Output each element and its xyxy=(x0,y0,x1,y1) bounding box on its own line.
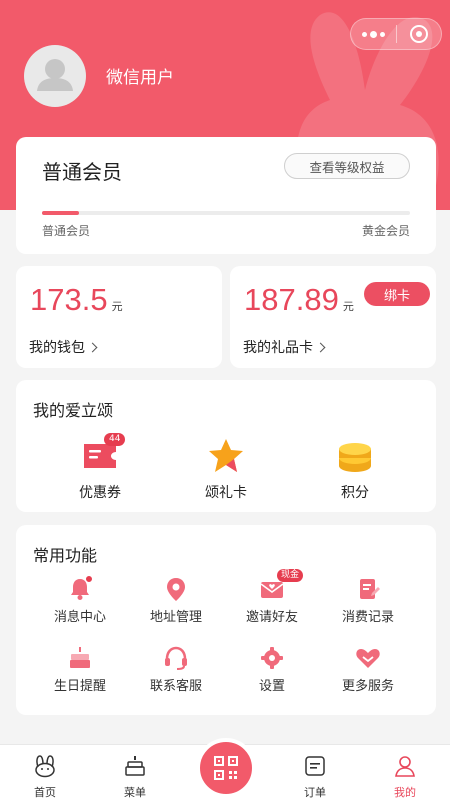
more-dots-icon xyxy=(361,30,385,38)
my-wallet-label: 我的钱包 xyxy=(29,340,85,356)
receipt-icon xyxy=(360,579,380,599)
gift-card-amount-value: 187.89 xyxy=(244,282,339,317)
tab-orders[interactable]: 订单 xyxy=(270,745,360,800)
mini-program-capsule xyxy=(350,18,442,50)
unread-dot-badge xyxy=(85,575,93,583)
tab-mine[interactable]: 我的 xyxy=(360,745,450,800)
more-options-button[interactable] xyxy=(351,19,396,49)
cake-icon xyxy=(70,647,90,668)
settings-label: 设置 xyxy=(258,679,285,694)
heart-icon xyxy=(356,649,380,668)
wallet-amount-unit: 元 xyxy=(111,300,123,313)
tab-menu[interactable]: 菜单 xyxy=(90,745,180,800)
cash-reward-badge: 现金 xyxy=(277,569,304,582)
message-center-label: 消息中心 xyxy=(53,610,106,625)
chevron-right-icon xyxy=(87,342,98,352)
close-program-button[interactable] xyxy=(397,19,442,49)
common-functions-section: 常用功能 消息中心 地址管理 现金 邀请好友 消费记录 生日提醒 联系客服 设置… xyxy=(16,525,436,715)
birthday-reminder-item[interactable]: 生日提醒 xyxy=(30,644,130,694)
my-benefits-title: 我的爱立颂 xyxy=(33,401,114,420)
wallet-amount: 173.5 元 xyxy=(30,282,123,318)
bind-card-button[interactable]: 绑卡 xyxy=(364,282,430,306)
my-benefits-section: 我的爱立颂 44 优惠券 颂礼卡 积分 xyxy=(16,380,436,512)
points-label: 积分 xyxy=(341,485,369,501)
customer-service-label: 联系客服 xyxy=(149,679,202,694)
message-center-item[interactable]: 消息中心 xyxy=(30,575,130,625)
qr-code-icon xyxy=(214,756,238,780)
gift-card-amount: 187.89 元 xyxy=(244,282,354,318)
membership-progress-fill xyxy=(42,211,79,215)
tab-home-label: 首页 xyxy=(34,786,56,799)
points-item[interactable]: 积分 xyxy=(305,436,405,502)
my-gift-card-label: 我的礼品卡 xyxy=(243,340,313,356)
coupons-label: 优惠券 xyxy=(79,485,121,501)
consumption-records-label: 消费记录 xyxy=(341,610,394,625)
wallet-card[interactable]: 173.5 元 我的钱包 xyxy=(16,266,222,368)
tab-menu-label: 菜单 xyxy=(124,786,146,799)
more-services-label: 更多服务 xyxy=(341,679,394,694)
gear-icon xyxy=(261,647,283,669)
customer-service-item[interactable]: 联系客服 xyxy=(126,644,226,694)
tab-orders-label: 订单 xyxy=(304,786,326,799)
gift-card-card[interactable]: 187.89 元 绑卡 我的礼品卡 xyxy=(230,266,436,368)
current-level-label: 普通会员 xyxy=(42,224,91,238)
gift-card-amount-unit: 元 xyxy=(342,300,354,313)
address-management-label: 地址管理 xyxy=(149,610,202,625)
more-services-item[interactable]: 更多服务 xyxy=(318,644,418,694)
user-silhouette-icon xyxy=(37,59,73,91)
coupons-item[interactable]: 44 优惠券 xyxy=(50,433,150,502)
my-gift-card-link[interactable]: 我的礼品卡 xyxy=(243,337,326,357)
consumption-records-item[interactable]: 消费记录 xyxy=(318,575,418,625)
address-management-item[interactable]: 地址管理 xyxy=(126,575,226,625)
tab-mine-label: 我的 xyxy=(394,786,416,799)
order-icon xyxy=(305,756,325,776)
star-icon xyxy=(209,439,243,472)
coins-icon xyxy=(339,443,371,472)
song-gift-card-item[interactable]: 颂礼卡 xyxy=(176,436,276,502)
avatar[interactable] xyxy=(24,45,86,107)
next-level-label: 黄金会员 xyxy=(361,224,410,238)
coupon-count-badge: 44 xyxy=(104,433,126,446)
settings-item[interactable]: 设置 xyxy=(222,644,322,694)
common-functions-title: 常用功能 xyxy=(33,546,98,565)
tab-home[interactable]: 首页 xyxy=(0,745,90,800)
my-wallet-link[interactable]: 我的钱包 xyxy=(29,337,98,357)
membership-progress-bar xyxy=(42,211,410,215)
username: 微信用户 xyxy=(106,68,174,88)
cake-menu-icon xyxy=(125,756,145,776)
invite-friends-label: 邀请好友 xyxy=(245,610,298,625)
chevron-right-icon xyxy=(315,342,326,352)
headset-icon xyxy=(165,646,187,670)
view-level-rights-button[interactable]: 查看等级权益 xyxy=(284,153,410,179)
invite-friends-item[interactable]: 现金 邀请好友 xyxy=(222,569,322,625)
person-icon xyxy=(395,756,415,777)
membership-level-title: 普通会员 xyxy=(42,160,122,184)
birthday-reminder-label: 生日提醒 xyxy=(53,679,106,694)
location-icon xyxy=(167,578,185,601)
membership-card: 普通会员 查看等级权益 普通会员 黄金会员 xyxy=(16,137,436,254)
scan-qr-button[interactable] xyxy=(196,738,256,798)
song-gift-card-label: 颂礼卡 xyxy=(205,485,247,501)
target-icon xyxy=(409,25,428,43)
wallet-amount-value: 173.5 xyxy=(30,282,108,317)
bunny-icon xyxy=(35,755,55,778)
